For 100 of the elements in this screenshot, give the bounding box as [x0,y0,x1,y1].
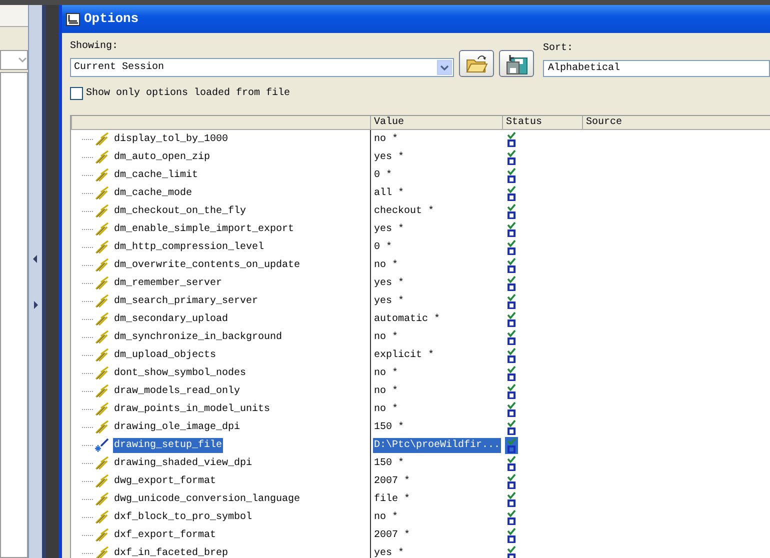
splitter-bar[interactable] [28,5,46,558]
sort-dropdown[interactable]: Alphabetical [543,60,770,77]
checkbox[interactable] [70,87,83,100]
lightning-icon [95,420,109,434]
option-value[interactable]: no * [373,366,400,380]
option-value[interactable]: 2007 * [373,474,412,488]
option-name[interactable]: dm_remember_server [113,276,224,290]
option-name[interactable]: dm_cache_limit [113,168,200,182]
option-value[interactable]: yes * [373,276,406,290]
option-name[interactable]: dxf_block_to_pro_symbol [113,510,254,524]
option-value[interactable]: file * [373,492,412,506]
option-name[interactable]: drawing_shaded_view_dpi [113,456,254,470]
option-value[interactable]: D:\Ptc\proeWildfir... [373,438,502,452]
lightning-icon [95,384,109,398]
option-value[interactable]: all * [373,186,406,200]
option-name[interactable]: draw_models_read_only [113,384,242,398]
status-icon [505,292,518,310]
status-icon [505,238,518,256]
panel-header [0,5,28,27]
lightning-icon [95,222,109,236]
status-icon [505,328,518,346]
option-name[interactable]: dxf_export_format [113,528,218,542]
status-icon [505,130,518,148]
lightning-icon [95,258,109,272]
folder-icon [466,54,488,74]
option-value[interactable]: yes * [373,546,406,558]
option-value[interactable]: 2007 * [373,528,412,542]
option-value[interactable]: 150 * [373,420,406,434]
option-name[interactable]: dm_auto_open_zip [113,150,212,164]
save-file-button[interactable] [499,50,534,77]
lightning-icon [95,294,109,308]
column-header[interactable]: Status [502,116,582,130]
collapse-left-icon[interactable] [33,254,38,262]
option-name[interactable]: dwg_unicode_conversion_language [113,492,302,506]
option-value[interactable]: no * [373,510,400,524]
option-name[interactable]: dm_search_primary_server [113,294,260,308]
option-value[interactable]: checkout * [373,204,436,218]
status-icon [505,310,518,328]
status-icon [505,436,518,454]
lightning-icon [95,492,109,506]
option-name[interactable]: dm_secondary_upload [113,312,230,326]
status-icon [505,220,518,238]
option-value[interactable]: 0 * [373,240,394,254]
lightning-icon [95,132,109,146]
showing-label: Showing: [70,40,120,54]
panel-dropdown[interactable] [0,50,28,70]
status-icon [505,490,518,508]
option-name[interactable]: dm_synchronize_in_background [113,330,284,344]
lightning-icon [95,402,109,416]
status-icon [505,454,518,472]
option-name[interactable]: drawing_setup_file [113,438,224,452]
status-icon [505,544,518,558]
lightning-icon [95,312,109,326]
option-name[interactable]: dxf_in_faceted_brep [113,546,230,558]
column-header[interactable]: Value [370,116,502,130]
option-value[interactable]: no * [373,384,400,398]
lightning-icon [95,528,109,542]
option-name[interactable]: dm_overwrite_contents_on_update [113,258,302,272]
option-name[interactable]: dm_enable_simple_import_export [113,222,296,236]
option-name[interactable]: display_tol_by_1000 [113,132,230,146]
lightning-icon [95,204,109,218]
option-name[interactable]: dm_http_compression_level [113,240,266,254]
lightning-icon [95,330,109,344]
status-icon [505,418,518,436]
option-value[interactable]: no * [373,132,400,146]
option-value[interactable]: yes * [373,222,406,236]
status-icon [505,346,518,364]
checkbox-label: Show only options loaded from file [86,86,290,101]
star-pencil-icon [95,438,109,452]
option-name[interactable]: dwg_export_format [113,474,218,488]
option-name[interactable]: dm_checkout_on_the_fly [113,204,248,218]
option-value[interactable]: no * [373,330,400,344]
option-value[interactable]: no * [373,402,400,416]
status-icon [505,526,518,544]
showing-dropdown[interactable]: Current Session [70,58,454,77]
sort-label: Sort: [543,42,574,56]
option-name[interactable]: dm_upload_objects [113,348,218,362]
status-icon [505,472,518,490]
status-icon [505,148,518,166]
status-icon [505,508,518,526]
status-icon [505,166,518,184]
option-name[interactable]: dont_show_symbol_nodes [113,366,248,380]
open-file-button[interactable] [459,50,494,77]
floppy-disk-icon [506,52,528,74]
option-value[interactable]: yes * [373,294,406,308]
option-value[interactable]: explicit * [373,348,436,362]
lightning-icon [95,546,109,558]
option-value[interactable]: automatic * [373,312,442,326]
lightning-icon [95,276,109,290]
expand-right-icon[interactable] [33,300,38,308]
option-name[interactable]: draw_points_in_model_units [113,402,272,416]
caret-icon [440,64,449,70]
status-icon [505,202,518,220]
option-value[interactable]: 150 * [373,456,406,470]
option-name[interactable]: dm_cache_mode [113,186,194,200]
option-name[interactable]: drawing_ole_image_dpi [113,420,242,434]
column-header[interactable]: Source [582,116,770,130]
option-value[interactable]: yes * [373,150,406,164]
option-value[interactable]: 0 * [373,168,394,182]
option-value[interactable]: no * [373,258,400,272]
